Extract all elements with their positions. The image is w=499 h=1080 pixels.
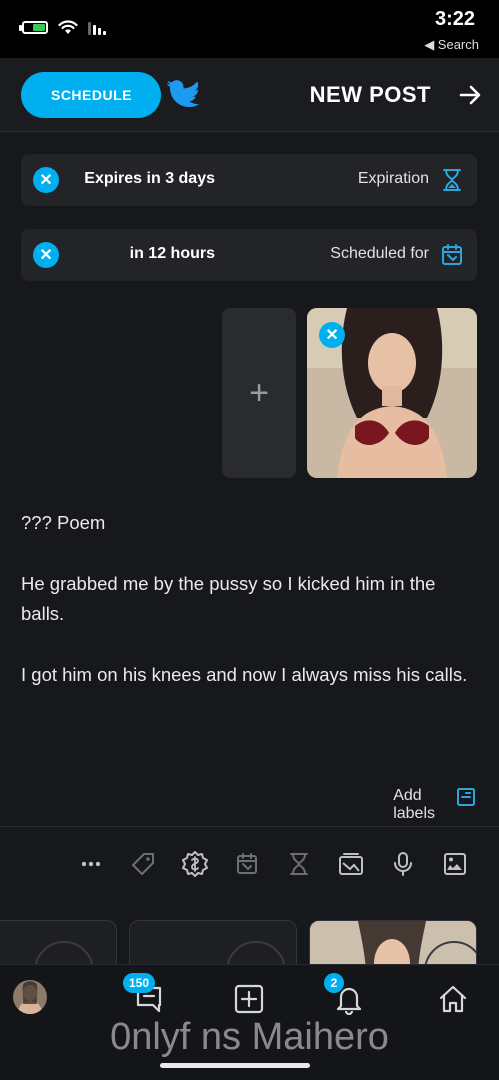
- post-paragraph: He grabbed me by the pussy so I kicked h…: [21, 573, 436, 624]
- plus-icon: +: [249, 373, 269, 412]
- calendar-icon[interactable]: [229, 846, 265, 882]
- notifications-badge: 2: [324, 973, 344, 993]
- status-icons: [22, 20, 106, 35]
- preview-card[interactable]: [309, 920, 477, 964]
- home-indicator: [160, 1063, 310, 1068]
- wifi-icon: [58, 20, 78, 34]
- header: NEW POST SCHEDULE: [0, 58, 499, 132]
- price-icon[interactable]: [177, 846, 213, 882]
- preview-circle: [226, 941, 286, 964]
- add-labels-label: Add labels: [393, 787, 436, 822]
- arrow-left-icon[interactable]: [455, 80, 485, 110]
- scheduled-setting[interactable]: Scheduled for in 12 hours ✕: [21, 229, 477, 281]
- expiration-label: Expiration: [357, 170, 429, 187]
- post-preview-strip: [0, 904, 499, 964]
- preview-card[interactable]: [0, 920, 117, 964]
- microphone-icon[interactable]: [385, 846, 421, 882]
- schedule-button[interactable]: SCHEDULE: [21, 72, 161, 118]
- expiration-value: Expires in 3 days: [84, 170, 215, 187]
- clear-schedule-close-icon[interactable]: ✕: [33, 242, 59, 268]
- clear-expiration-close-icon[interactable]: ✕: [33, 167, 59, 193]
- scheduled-label: Scheduled for: [330, 245, 429, 262]
- twitter-bird-icon[interactable]: [165, 80, 201, 110]
- page-title: NEW POST: [309, 82, 431, 107]
- battery-icon: [22, 21, 48, 34]
- add-media-button[interactable]: +: [222, 308, 296, 478]
- messages-badge: 150: [122, 973, 155, 993]
- screen: 3:22 ◀ Search NEW POST SCHEDULE Expirati…: [0, 0, 499, 1080]
- divider: [0, 826, 499, 827]
- image-icon[interactable]: [437, 846, 473, 882]
- watermark-text: 0nlyf ns Maihero: [110, 1016, 389, 1058]
- status-time: 3:22: [434, 8, 475, 30]
- status-bar: 3:22 ◀ Search: [0, 0, 499, 58]
- media-thumbnail[interactable]: ✕: [307, 308, 477, 478]
- label-icon: [457, 788, 475, 806]
- tag-icon[interactable]: [125, 846, 161, 882]
- preview-card[interactable]: [129, 920, 297, 964]
- hourglass-icon[interactable]: [281, 846, 317, 882]
- cellular-signal-icon: [88, 21, 106, 35]
- calendar-icon: [442, 244, 462, 265]
- post-paragraph: ??? Poem: [21, 512, 106, 533]
- compose-toolbar: [37, 846, 477, 882]
- home-icon[interactable]: [431, 979, 475, 1019]
- post-text-area[interactable]: ??? Poem He grabbed me by the pussy so I…: [21, 508, 477, 721]
- expiration-setting[interactable]: Expiration Expires in 3 days ✕: [21, 154, 477, 206]
- more-icon[interactable]: [73, 846, 109, 882]
- hourglass-icon: [443, 169, 461, 191]
- scheduled-value: in 12 hours: [129, 245, 215, 262]
- avatar[interactable]: [13, 980, 47, 1014]
- add-icon[interactable]: [227, 979, 271, 1019]
- preview-circle: [34, 941, 94, 964]
- back-to-search-link[interactable]: ◀ Search: [424, 37, 479, 53]
- post-paragraph: I got him on his knees and now I always …: [21, 664, 468, 685]
- remove-media-close-icon[interactable]: ✕: [319, 322, 345, 348]
- gallery-icon[interactable]: [333, 846, 369, 882]
